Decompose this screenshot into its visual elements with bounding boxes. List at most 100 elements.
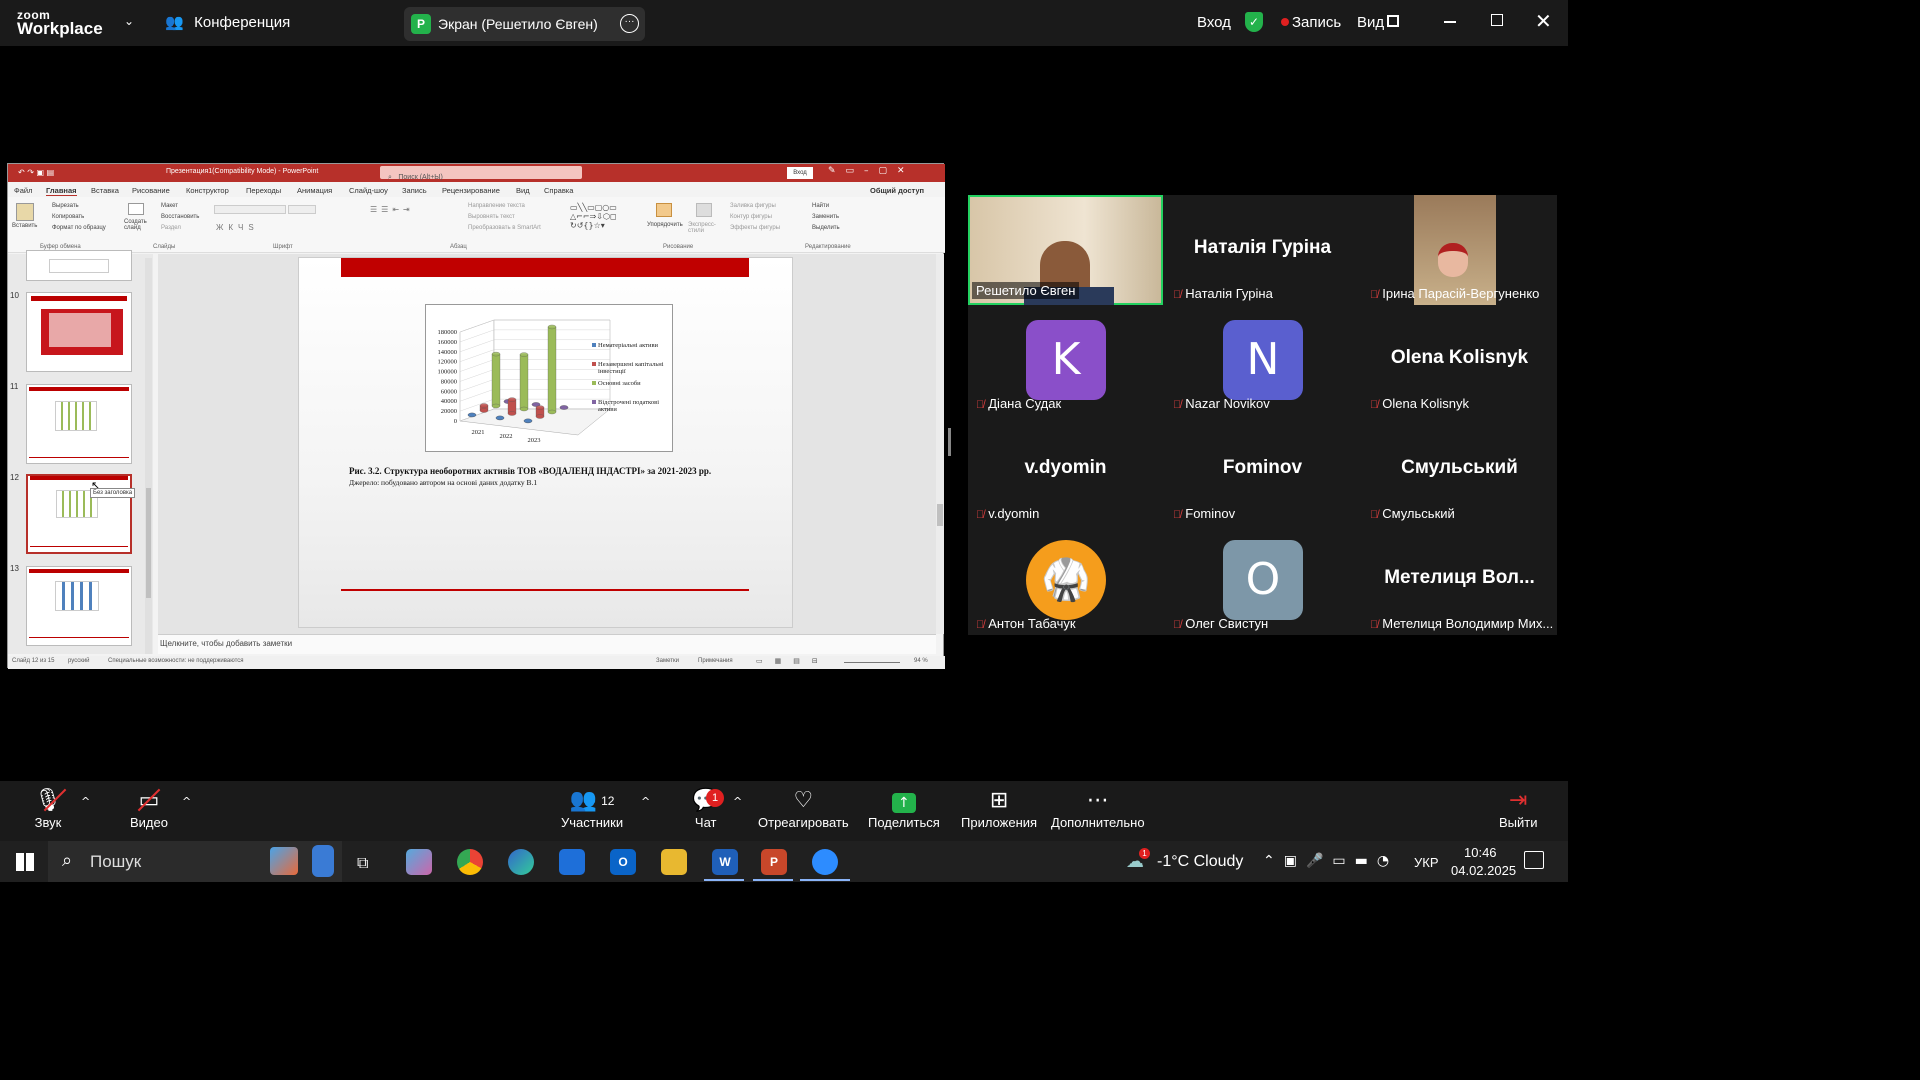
- clock-date[interactable]: 04.02.2025: [1451, 863, 1516, 878]
- taskbar-search[interactable]: ⌕ Пошук: [48, 841, 342, 882]
- participant-tile[interactable]: 🥋 🎙̸ Антон Табачук: [968, 525, 1163, 635]
- tab-help[interactable]: Справка: [544, 186, 573, 195]
- participant-tile[interactable]: v.dyomin 🎙̸ v.dyomin: [968, 415, 1163, 525]
- react-button[interactable]: ♡ Отреагировать: [758, 787, 849, 830]
- participant-tile[interactable]: Смульський 🎙̸ Смульський: [1362, 415, 1557, 525]
- participant-tile[interactable]: Olena Kolisnyk 🎙̸ Olena Kolisnyk: [1362, 305, 1557, 415]
- tab-view[interactable]: Вид: [516, 186, 530, 195]
- quick-access-icons[interactable]: ↶ ↷ ▣ ▤: [18, 168, 54, 177]
- windows-start-icon[interactable]: [16, 853, 34, 871]
- layout-button[interactable]: Макет: [161, 203, 178, 209]
- keyboard-language[interactable]: УКР: [1414, 855, 1439, 870]
- new-slide-button[interactable]: Создать слайд: [124, 219, 154, 231]
- replace-button[interactable]: Заменить: [812, 214, 839, 220]
- tab-animation[interactable]: Анимация: [297, 186, 332, 195]
- file-explorer-icon[interactable]: [661, 849, 687, 875]
- grid-view-icon[interactable]: [1387, 15, 1399, 27]
- paste-button[interactable]: Вставить: [12, 223, 37, 229]
- restore-icon[interactable]: [1491, 14, 1503, 26]
- tab-record[interactable]: Запись: [402, 186, 427, 195]
- ppt-window-controls[interactable]: ✎▭–▢✕: [828, 166, 915, 176]
- powerpoint-icon[interactable]: P: [761, 849, 787, 875]
- chevron-down-icon[interactable]: ⌄: [124, 14, 134, 28]
- status-accessibility[interactable]: Специальные возможности: не поддерживают…: [108, 658, 244, 664]
- shape-fill-button[interactable]: Заливка фигуры: [730, 203, 776, 209]
- more-button[interactable]: ⋯ Дополнительно: [1051, 787, 1145, 830]
- current-slide[interactable]: 180000 160000 140000 120000 100000 80000 60000…: [298, 257, 793, 628]
- find-button[interactable]: Найти: [812, 203, 829, 209]
- copilot-icon[interactable]: [406, 849, 432, 875]
- apps-button[interactable]: ⊞ Приложения: [961, 787, 1037, 830]
- shape-outline-button[interactable]: Контур фигуры: [730, 214, 772, 220]
- tab-insert[interactable]: Вставка: [91, 186, 119, 195]
- audio-options-caret[interactable]: ^: [81, 795, 90, 808]
- slide-thumbnail-10[interactable]: [26, 292, 132, 372]
- participant-tile[interactable]: N 🎙̸ Nazar Novikov: [1165, 305, 1360, 415]
- ppt-search-box[interactable]: ⌕ Поиск (Alt+Ы): [380, 166, 582, 181]
- clock-time[interactable]: 10:46: [1464, 845, 1497, 860]
- cut-button[interactable]: Вырезать: [52, 203, 79, 209]
- ppt-signin-button[interactable]: Вход: [787, 167, 813, 179]
- close-icon[interactable]: ✕: [1535, 9, 1552, 33]
- tab-design[interactable]: Конструктор: [186, 186, 229, 195]
- align-text-button[interactable]: Выровнять текст: [468, 214, 515, 220]
- quick-styles-button[interactable]: Экспресс-стили: [688, 222, 718, 234]
- participant-tile[interactable]: K 🎙̸ Діана Судак: [968, 305, 1163, 415]
- video-button[interactable]: ▭ Видео: [130, 787, 168, 830]
- tray-icons[interactable]: ⌃▣🎤▭▬◔: [1263, 853, 1398, 869]
- section-button[interactable]: Раздел: [161, 225, 181, 231]
- participant-tile[interactable]: Метелиця Вол... 🎙̸ Метелиця Володимир Мих.…: [1362, 525, 1557, 635]
- tab-home[interactable]: Главная: [46, 186, 77, 196]
- thumbs-scrollbar[interactable]: [145, 258, 152, 654]
- leave-button[interactable]: ⇥ Выйти: [1499, 787, 1538, 830]
- chat-options-caret[interactable]: ^: [733, 795, 742, 808]
- notifications-icon[interactable]: [1524, 851, 1544, 869]
- record-button[interactable]: Запись: [1292, 14, 1341, 31]
- font-style-icons[interactable]: ЖКЧS: [216, 223, 259, 232]
- arrange-button[interactable]: Упорядочить: [647, 222, 683, 228]
- video-options-caret[interactable]: ^: [182, 795, 191, 808]
- zoom-level[interactable]: 94 %: [914, 658, 928, 664]
- signin-button[interactable]: Вход: [1197, 14, 1231, 31]
- slide-thumbnail-11[interactable]: [26, 384, 132, 464]
- share-screen-button[interactable]: ↑ Поделиться: [868, 787, 940, 830]
- participant-tile[interactable]: 🎙̸ Ірина Парасій-Вергуненко: [1362, 195, 1557, 305]
- tab-transitions[interactable]: Переходы: [246, 186, 281, 195]
- tab-review[interactable]: Рецензирование: [442, 186, 500, 195]
- tab-file[interactable]: Файл: [14, 186, 32, 195]
- weather-text[interactable]: -1°C Cloudy: [1157, 853, 1243, 871]
- outlook-icon[interactable]: O: [610, 849, 636, 875]
- participants-options-caret[interactable]: ^: [641, 795, 650, 808]
- tab-slideshow[interactable]: Слайд-шоу: [349, 186, 388, 195]
- status-notes-button[interactable]: Заметки: [656, 658, 679, 664]
- minimize-icon[interactable]: [1444, 21, 1456, 23]
- view-button[interactable]: Вид: [1357, 14, 1384, 31]
- font-name-box[interactable]: [214, 205, 286, 214]
- select-button[interactable]: Выделить: [812, 225, 840, 231]
- participant-tile[interactable]: Fominov 🎙̸ Fominov: [1165, 415, 1360, 525]
- slide-thumbnail-13[interactable]: [26, 566, 132, 646]
- zoom-slider[interactable]: [844, 662, 900, 663]
- participant-tile[interactable]: Наталія Гуріна 🎙̸ Наталія Гуріна: [1165, 195, 1360, 305]
- slide-thumbnail-12-selected[interactable]: [26, 474, 132, 554]
- audio-button[interactable]: 🎙 Звук: [34, 787, 67, 830]
- smartart-button[interactable]: Преобразовать в SmartArt: [468, 225, 541, 231]
- more-options-icon[interactable]: ···: [620, 14, 639, 33]
- tab-draw[interactable]: Рисование: [132, 186, 170, 195]
- participant-tile[interactable]: Решетило Євген: [968, 195, 1163, 305]
- reset-button[interactable]: Восстановить: [161, 214, 199, 220]
- status-comments-button[interactable]: Примечания: [698, 658, 733, 664]
- task-view-icon[interactable]: ⧉: [357, 853, 368, 873]
- notes-pane[interactable]: Щелкните, чтобы добавить заметки: [158, 634, 936, 654]
- shape-effects-button[interactable]: Эффекты фигуры: [730, 225, 780, 231]
- meeting-info-button[interactable]: 👥 Конференция: [165, 13, 290, 32]
- shapes-gallery[interactable]: ▭╲╲▭▢○▭ △⌐⌐⇒⇩⬡◻ ↻↺{}☆▾: [570, 203, 642, 231]
- store-icon[interactable]: [559, 849, 585, 875]
- slide-thumbnail-9[interactable]: [26, 250, 132, 281]
- copy-button[interactable]: Копировать: [52, 214, 84, 220]
- edge-icon[interactable]: [508, 849, 534, 875]
- gallery-resize-handle[interactable]: [948, 428, 951, 456]
- participant-tile[interactable]: O 🎙̸ Олег Свистун: [1165, 525, 1360, 635]
- font-size-box[interactable]: [288, 205, 316, 214]
- word-icon[interactable]: W: [712, 849, 738, 875]
